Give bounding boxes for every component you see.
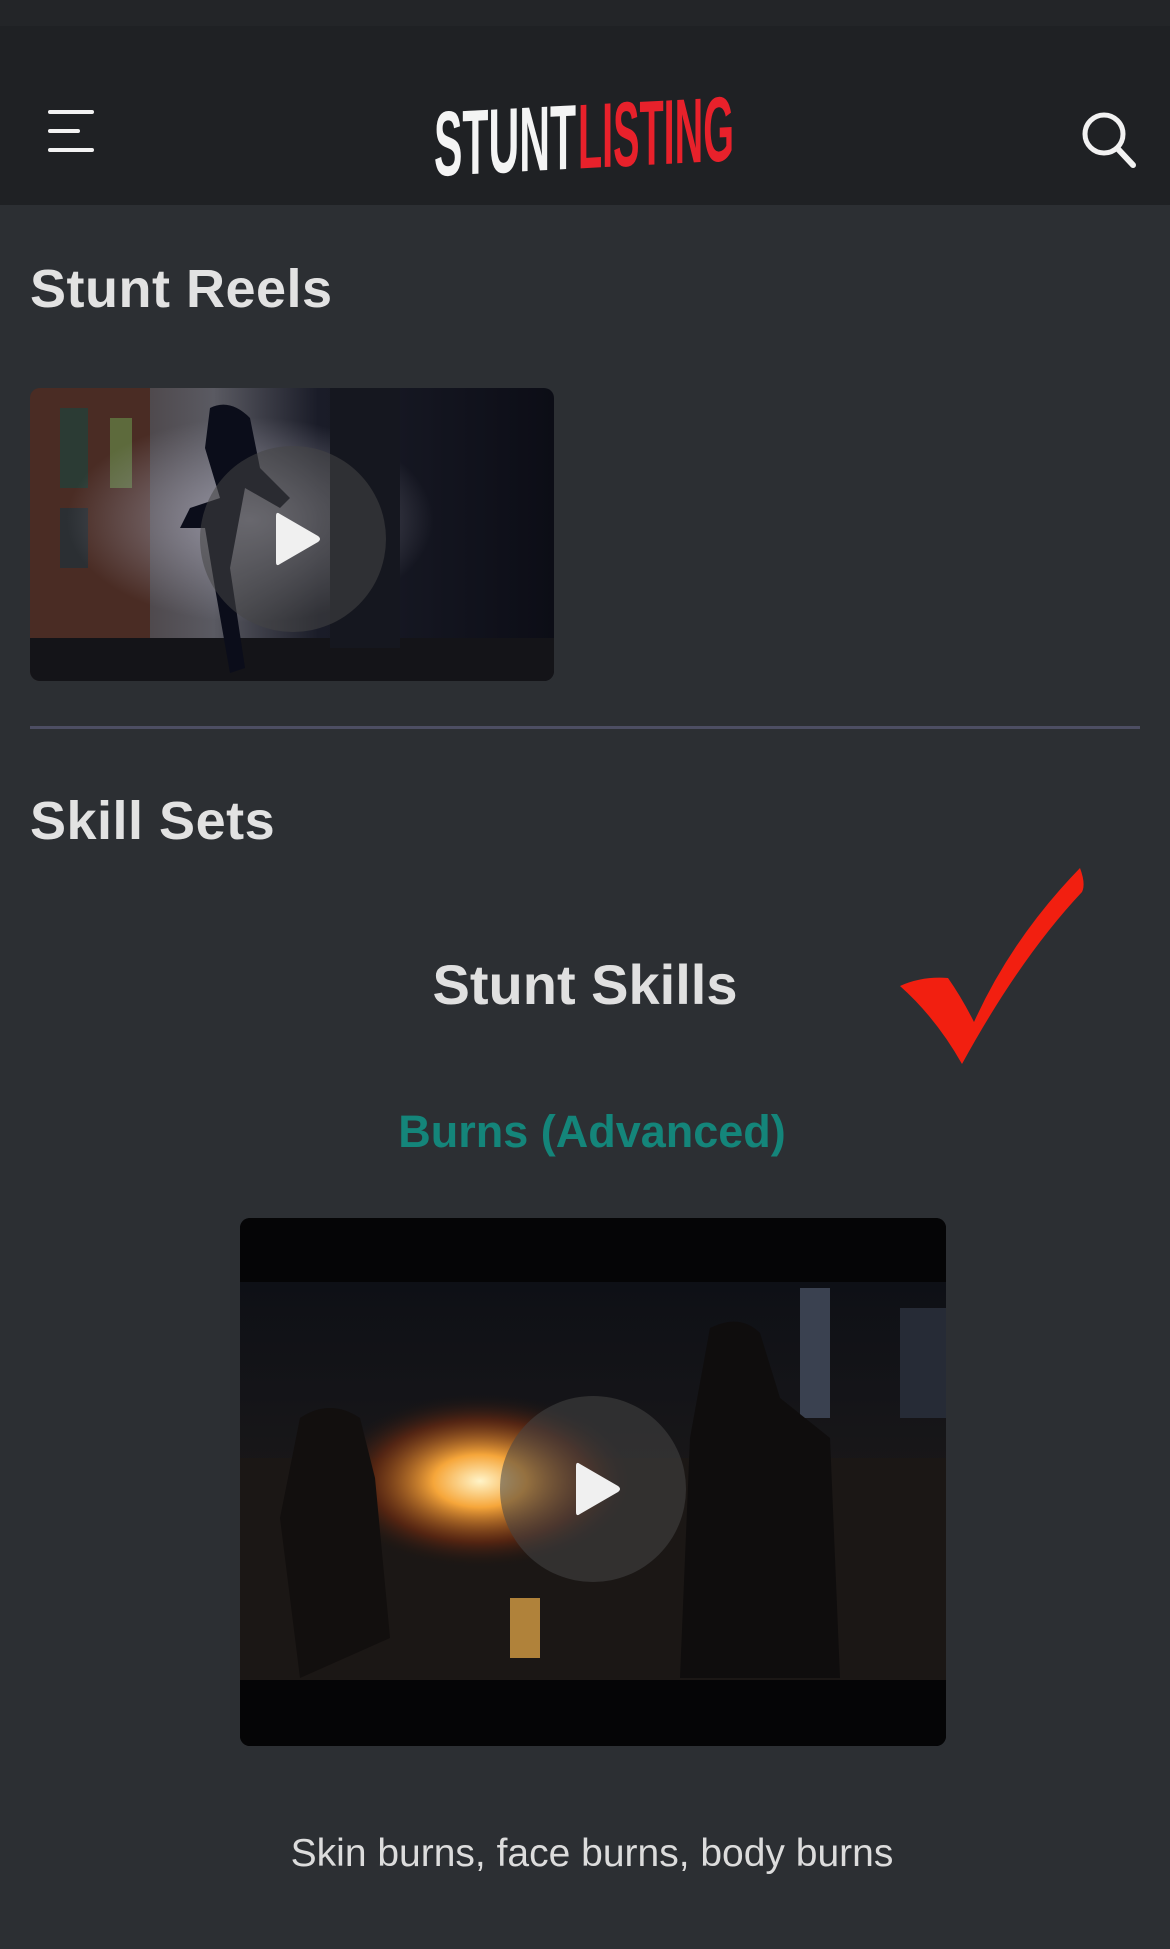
stunt-reels-heading: Stunt Reels: [30, 259, 333, 319]
search-icon[interactable]: [1080, 110, 1138, 170]
stunt-reel-video-thumbnail[interactable]: [30, 388, 554, 681]
hamburger-menu-icon[interactable]: [48, 110, 96, 152]
stuntlisting-logo: STUNT LISTING: [434, 78, 734, 186]
play-icon[interactable]: [200, 446, 386, 632]
burns-description: Skin burns, face burns, body burns: [290, 1832, 894, 1875]
skill-sets-heading: Skill Sets: [30, 791, 276, 851]
status-bar: [0, 0, 1170, 26]
checkmark-icon: [900, 868, 1086, 1064]
play-icon[interactable]: [500, 1396, 686, 1582]
top-navigation-bar: STUNT LISTING: [0, 26, 1170, 205]
logo-text-listing: LISTING: [578, 78, 734, 186]
burns-advanced-link[interactable]: Burns (Advanced): [0, 1106, 1170, 1158]
site-logo[interactable]: STUNT LISTING: [434, 78, 736, 186]
logo-text-stunt: STUNT: [434, 86, 576, 186]
burns-video-thumbnail[interactable]: [240, 1218, 946, 1746]
section-divider: [30, 726, 1140, 729]
